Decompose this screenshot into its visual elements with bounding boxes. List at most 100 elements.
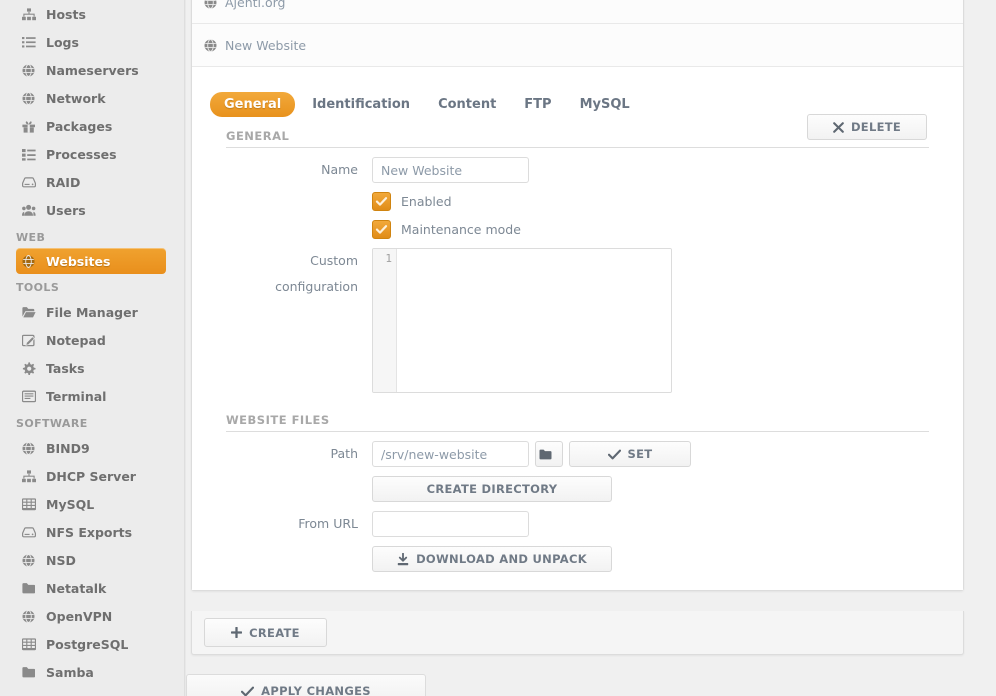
sidebar-item-processes[interactable]: Processes [0,140,184,168]
breadcrumb-item-1[interactable]: New Website [192,24,963,67]
maintenance-mode-label: Maintenance mode [401,222,521,237]
tab-label: General [224,96,282,112]
globe-icon [22,63,39,77]
field-row-custom-config: Custom configuration 1 [192,248,963,393]
sidebar-item-netatalk[interactable]: Netatalk [0,574,184,602]
list-icon [22,35,39,49]
sidebar-item-label: Hosts [46,6,86,22]
sidebar-item-dhcp-server[interactable]: DHCP Server [0,462,184,490]
gift-icon [22,119,39,133]
gear-icon [22,361,39,375]
sidebar-item-websites[interactable]: Websites [16,248,166,274]
tab-mysql[interactable]: MySQL [569,92,641,117]
sidebar-item-openvpn[interactable]: OpenVPN [0,602,184,630]
sidebar-item-logs[interactable]: Logs [0,28,184,56]
delete-website-button[interactable]: DELETE [807,114,927,140]
browse-folder-button[interactable] [535,441,563,467]
sidebar-item-bind9[interactable]: BIND9 [0,434,184,462]
sidebar-item-notepad[interactable]: Notepad [0,326,184,354]
sidebar-item-label: PostgreSQL [46,636,129,652]
tab-general[interactable]: General [210,91,296,117]
field-row-download-unpack: DOWNLOAD AND UNPACK [192,546,963,572]
create-directory-control: CREATE DIRECTORY [372,476,612,502]
create-directory-label: CREATE DIRECTORY [426,482,558,496]
editor-gutter: 1 [373,249,397,392]
globe-icon [204,38,217,52]
set-path-button[interactable]: SET [569,441,691,467]
create-directory-button[interactable]: CREATE DIRECTORY [372,476,612,502]
maintenance-mode-checkbox[interactable] [372,220,391,239]
create-website-label: CREATE [249,625,300,640]
apply-changes-button[interactable]: APPLY CHANGES [186,674,426,696]
sidebar-item-mysql[interactable]: MySQL [0,490,184,518]
delete-website-label: DELETE [850,120,902,134]
name-input[interactable] [372,157,529,183]
sidebar-group-web: Websites [0,248,184,274]
enabled-control: Enabled [372,192,452,211]
sidebar-item-hosts[interactable]: Hosts [0,0,184,28]
sidebar-item-terminal[interactable]: Terminal [0,382,184,410]
tab-label: FTP [524,96,552,112]
field-row-name: Name [192,157,963,183]
edit-icon [22,333,39,347]
sidebar-item-users[interactable]: Users [0,196,184,224]
tab-label: MySQL [579,96,630,112]
enabled-checkbox[interactable] [372,192,391,211]
create-website-button[interactable]: CREATE [204,618,327,647]
close-icon [833,121,844,133]
apply-changes-label: APPLY CHANGES [261,684,371,696]
sidebar-item-samba[interactable]: Samba [0,658,184,686]
list-alt-icon [22,147,39,161]
download-and-unpack-button[interactable]: DOWNLOAD AND UNPACK [372,546,612,572]
sidebar-item-nsd[interactable]: NSD [0,546,184,574]
breadcrumb-label: New Website [225,37,307,53]
sidebar-item-label: NFS Exports [46,524,133,540]
path-input[interactable] [372,441,529,467]
sidebar-item-tasks[interactable]: Tasks [0,354,184,382]
sidebar-item-label: Samba [46,664,94,680]
users-icon [22,203,39,217]
sidebar-item-label: Network [46,90,106,106]
sidebar-item-label: Terminal [46,388,107,404]
editor-code-area[interactable] [397,249,671,392]
sidebar-item-label: MySQL [46,496,95,512]
enabled-label: Enabled [401,194,452,209]
path-label: Path [330,446,358,461]
sidebar-item-raid[interactable]: RAID [0,168,184,196]
tab-identification[interactable]: Identification [301,92,421,117]
app-root: Hosts Logs Nameservers Network Packages Proce… [0,0,996,696]
sidebar-item-network[interactable]: Network [0,84,184,112]
sidebar-item-label: OpenVPN [46,608,113,624]
sidebar-item-packages[interactable]: Packages [0,112,184,140]
sidebar-item-nfs-exports[interactable]: NFS Exports [0,518,184,546]
sidebar-item-nameservers[interactable]: Nameservers [0,56,184,84]
panel-footer: CREATE [191,611,964,655]
sidebar-item-label: Tasks [46,360,85,376]
sitemap-icon [22,469,39,483]
sidebar-item-label: Nameservers [46,62,139,78]
sidebar-item-postgresql[interactable]: PostgreSQL [0,630,184,658]
sidebar-item-file-manager[interactable]: File Manager [0,298,184,326]
sidebar-item-label: Processes [46,146,117,162]
sidebar-item-label: Users [46,202,86,218]
name-control [372,157,529,183]
from-url-input[interactable] [372,511,529,537]
sidebar-item-label: Notepad [46,332,106,348]
plus-icon [231,627,243,638]
custom-configuration-editor[interactable]: 1 [372,248,672,393]
sidebar-item-label: NSD [46,552,76,568]
sidebar-item-label: Logs [46,34,79,50]
breadcrumb-item-0[interactable]: Ajenti.org [192,0,963,24]
sitemap-icon [22,7,39,21]
globe-icon [22,609,39,623]
tab-ftp[interactable]: FTP [513,92,562,117]
globe-icon [22,91,39,105]
breadcrumb: Ajenti.org New Website [192,0,963,67]
sidebar-group-top: Hosts Logs Nameservers Network Packages Proce… [0,0,184,224]
custom-configuration-label: Custom configuration [275,253,358,294]
sidebar-group-software: BIND9 DHCP Server MySQL NFS Exports NSD Netat… [0,434,184,686]
field-row-path: Path /srv/new-website SET [192,441,963,467]
path-control: SET [372,441,691,467]
tab-content[interactable]: Content [427,92,507,117]
breadcrumb-label: Ajenti.org [225,0,286,10]
